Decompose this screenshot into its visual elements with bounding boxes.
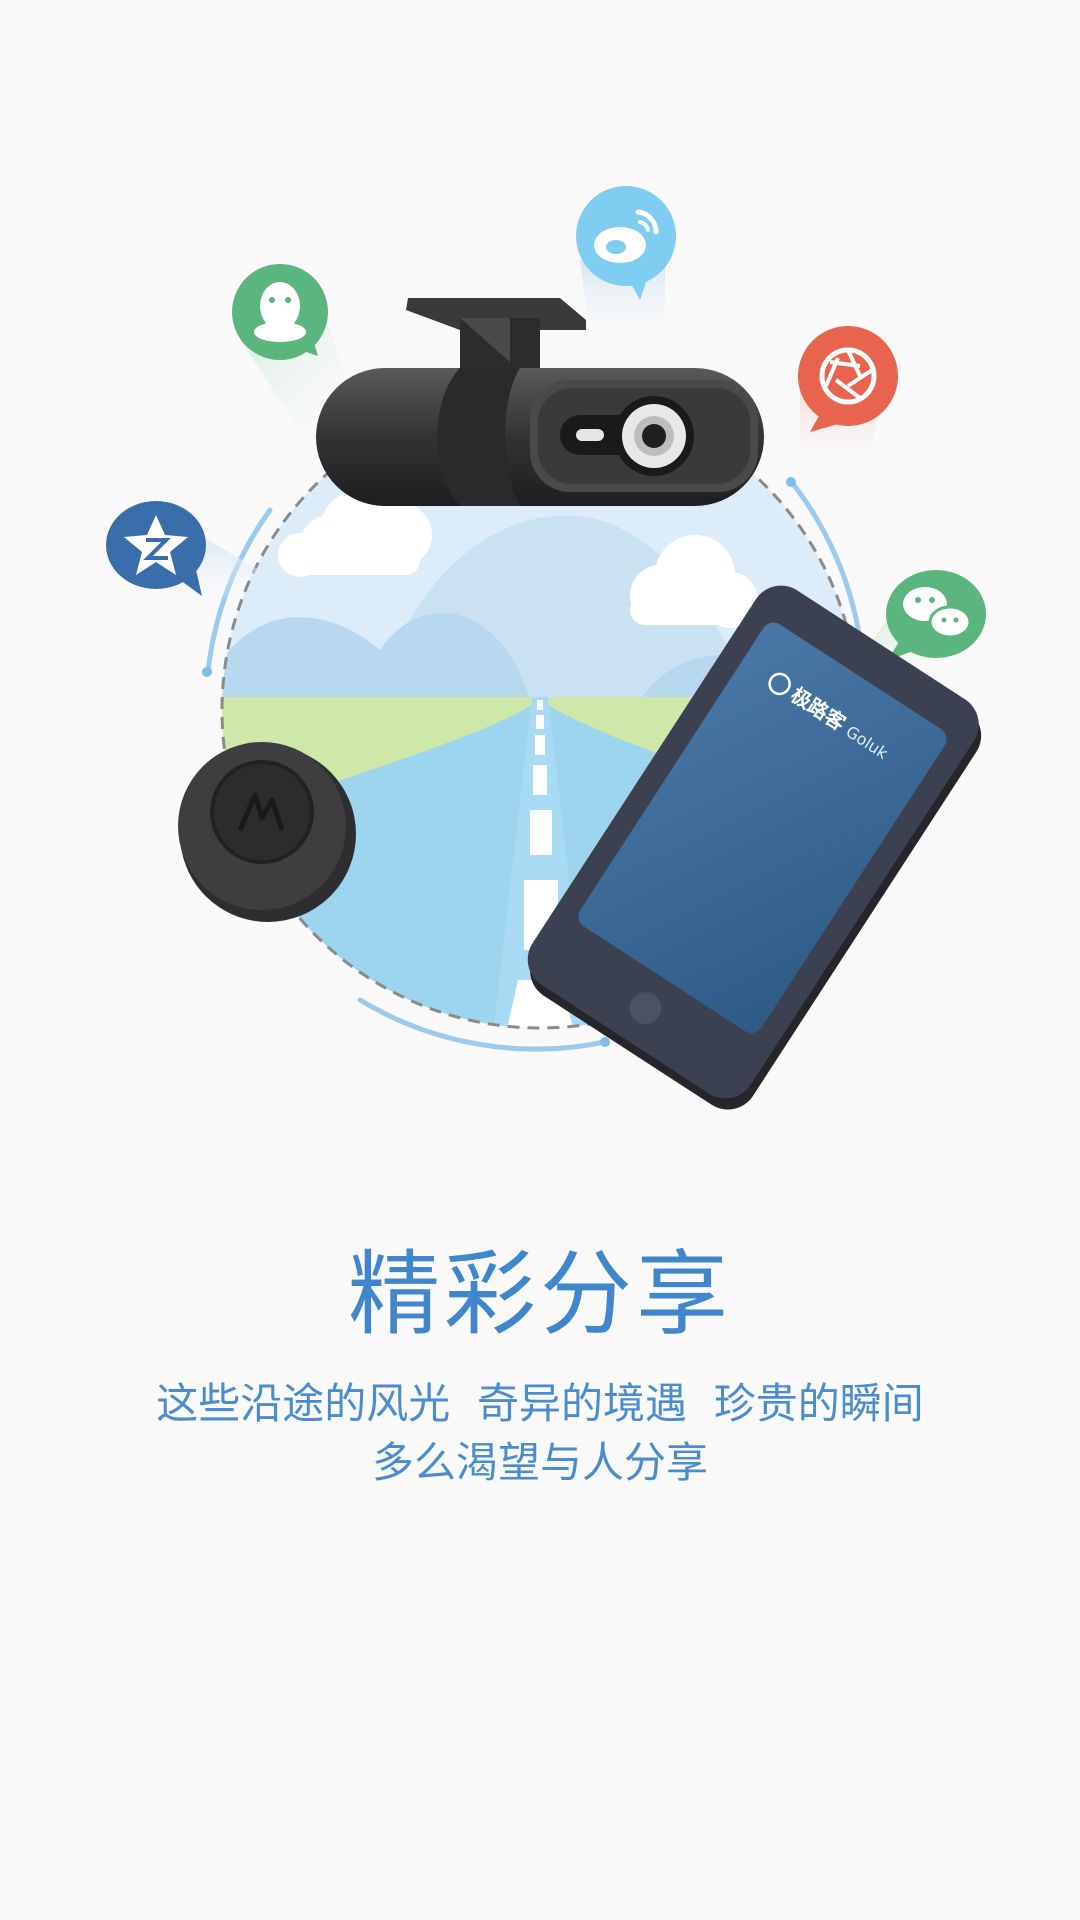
share-illustration: 极路客 Goluk [106, 186, 986, 1110]
dashcam-device [316, 298, 764, 506]
subtitle-line-2: 多么渴望与人分享 [371, 1438, 708, 1487]
qq-icon[interactable] [232, 264, 328, 360]
subtitle-line-1: 这些沿途的风光 奇异的境遇 珍贵的瞬间 [156, 1379, 924, 1428]
page-title: 精彩分享 [347, 1241, 732, 1348]
wechat-icon[interactable] [886, 570, 986, 660]
qzone-icon[interactable] [106, 501, 206, 596]
onboarding-screen: 极路客 Goluk 精彩分享 这些沿途的风光 奇异的境遇 珍贵的瞬间 多么渴望与… [0, 0, 1080, 1920]
